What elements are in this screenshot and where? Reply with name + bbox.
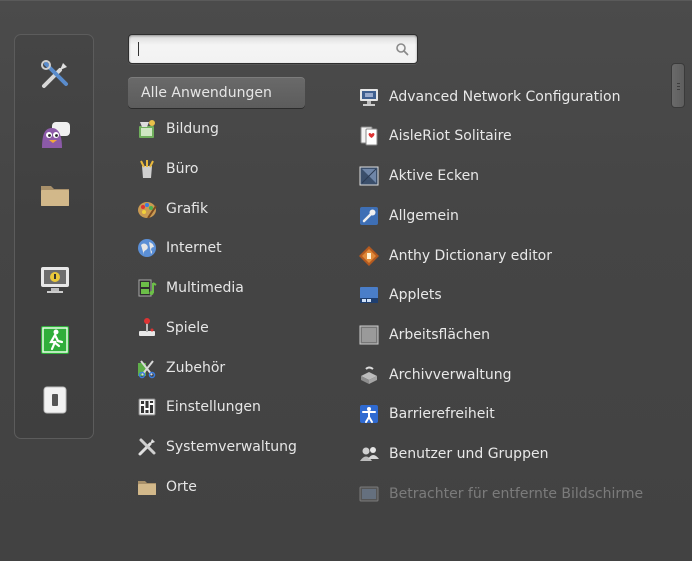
app-label: AisleRiot Solitaire — [389, 128, 512, 144]
network-icon — [357, 85, 381, 109]
power-icon — [43, 386, 67, 414]
app-benutzer-und-gruppen[interactable]: Benutzer und Gruppen — [355, 439, 655, 469]
graphics-icon — [136, 198, 158, 220]
app-archivverwaltung[interactable]: Archivverwaltung — [355, 360, 655, 390]
hot-corners-icon — [357, 164, 381, 188]
app-anthy-dictionary-editor[interactable]: Anthy Dictionary editor — [355, 241, 655, 271]
fav-files[interactable] — [35, 175, 75, 215]
office-icon — [136, 158, 158, 180]
app-aisleriot-solitaire[interactable]: AisleRiot Solitaire — [355, 121, 655, 151]
monitor-lock-icon — [41, 267, 69, 293]
accessibility-icon — [357, 402, 381, 426]
education-icon — [136, 118, 158, 140]
app-label: Betrachter für entfernte Bildschirme — [389, 486, 644, 502]
app-label: Arbeitsflächen — [389, 327, 490, 343]
category-label: Orte — [166, 478, 197, 495]
category-bildung[interactable]: Bildung — [128, 113, 305, 144]
remote-desktop-icon — [357, 482, 381, 506]
globe-icon — [136, 237, 158, 259]
category-label: Zubehör — [166, 359, 226, 376]
category-label: Büro — [166, 160, 199, 177]
category-internet[interactable]: Internet — [128, 232, 305, 263]
application-menu: Alle Anwendungen Bildung Büro Grafik Int… — [0, 0, 692, 561]
app-remote-desktop-viewer[interactable]: Betrachter für entfernte Bildschirme — [355, 479, 655, 509]
folder-icon — [41, 186, 69, 206]
app-arbeitsflaechen[interactable]: Arbeitsflächen — [355, 320, 655, 350]
tools-icon — [136, 436, 158, 458]
category-label: Alle Anwendungen — [141, 84, 272, 101]
accessories-icon — [136, 357, 158, 379]
exit-icon — [41, 326, 69, 354]
category-all-applications[interactable]: Alle Anwendungen — [128, 77, 305, 108]
category-label: Grafik — [166, 200, 209, 217]
search-icon — [396, 43, 409, 56]
folder-icon — [136, 476, 158, 498]
scrollbar-grip — [677, 89, 680, 90]
category-label: Internet — [166, 239, 222, 256]
app-aktive-ecken[interactable]: Aktive Ecken — [355, 161, 655, 191]
fav-lock-screen[interactable] — [35, 260, 75, 300]
app-label: Applets — [389, 287, 442, 303]
category-buero[interactable]: Büro — [128, 153, 305, 184]
cards-icon — [357, 124, 381, 148]
category-grafik[interactable]: Grafik — [128, 193, 305, 224]
workspaces-icon — [357, 323, 381, 347]
app-barrierefreiheit[interactable]: Barrierefreiheit — [355, 399, 655, 429]
tools-icon — [41, 60, 68, 88]
category-label: Einstellungen — [166, 398, 261, 415]
scrollbar-grip — [677, 86, 680, 87]
fav-settings[interactable] — [35, 55, 75, 95]
category-label: Multimedia — [166, 279, 244, 296]
fav-shutdown[interactable] — [35, 380, 75, 420]
fav-logout[interactable] — [35, 320, 75, 360]
pidgin-icon — [42, 122, 70, 148]
app-allgemein[interactable]: Allgemein — [355, 201, 655, 231]
fav-chat[interactable] — [35, 115, 75, 155]
search-input[interactable] — [141, 39, 385, 61]
category-zubehoer[interactable]: Zubehör — [128, 352, 305, 383]
archive-icon — [357, 363, 381, 387]
app-label: Aktive Ecken — [389, 168, 480, 184]
dictionary-icon — [357, 244, 381, 268]
app-list-scrollbar[interactable] — [671, 63, 685, 108]
multimedia-icon — [136, 277, 158, 299]
joystick-icon — [136, 317, 158, 339]
general-settings-icon — [357, 204, 381, 228]
favorites-sidebar — [14, 34, 94, 439]
app-label: Anthy Dictionary editor — [389, 248, 553, 264]
scrollbar-grip — [677, 83, 680, 84]
category-label: Systemverwaltung — [166, 438, 297, 455]
users-icon — [357, 442, 381, 466]
category-multimedia[interactable]: Multimedia — [128, 272, 305, 303]
category-spiele[interactable]: Spiele — [128, 312, 305, 343]
app-applets[interactable]: Applets — [355, 280, 655, 310]
app-label: Benutzer und Gruppen — [389, 446, 549, 462]
category-label: Spiele — [166, 319, 209, 336]
text-caret — [138, 42, 139, 56]
app-label: Advanced Network Configuration — [389, 89, 621, 105]
category-orte[interactable]: Orte — [128, 471, 305, 502]
category-systemverwaltung[interactable]: Systemverwaltung — [128, 431, 305, 462]
app-label: Barrierefreiheit — [389, 406, 495, 422]
app-label: Allgemein — [389, 208, 459, 224]
category-label: Bildung — [166, 120, 219, 137]
category-einstellungen[interactable]: Einstellungen — [128, 391, 305, 422]
app-label: Archivverwaltung — [389, 367, 512, 383]
settings-icon — [136, 396, 158, 418]
app-advanced-network-configuration[interactable]: Advanced Network Configuration — [355, 82, 655, 112]
search-box[interactable] — [128, 34, 418, 64]
applets-icon — [357, 283, 381, 307]
